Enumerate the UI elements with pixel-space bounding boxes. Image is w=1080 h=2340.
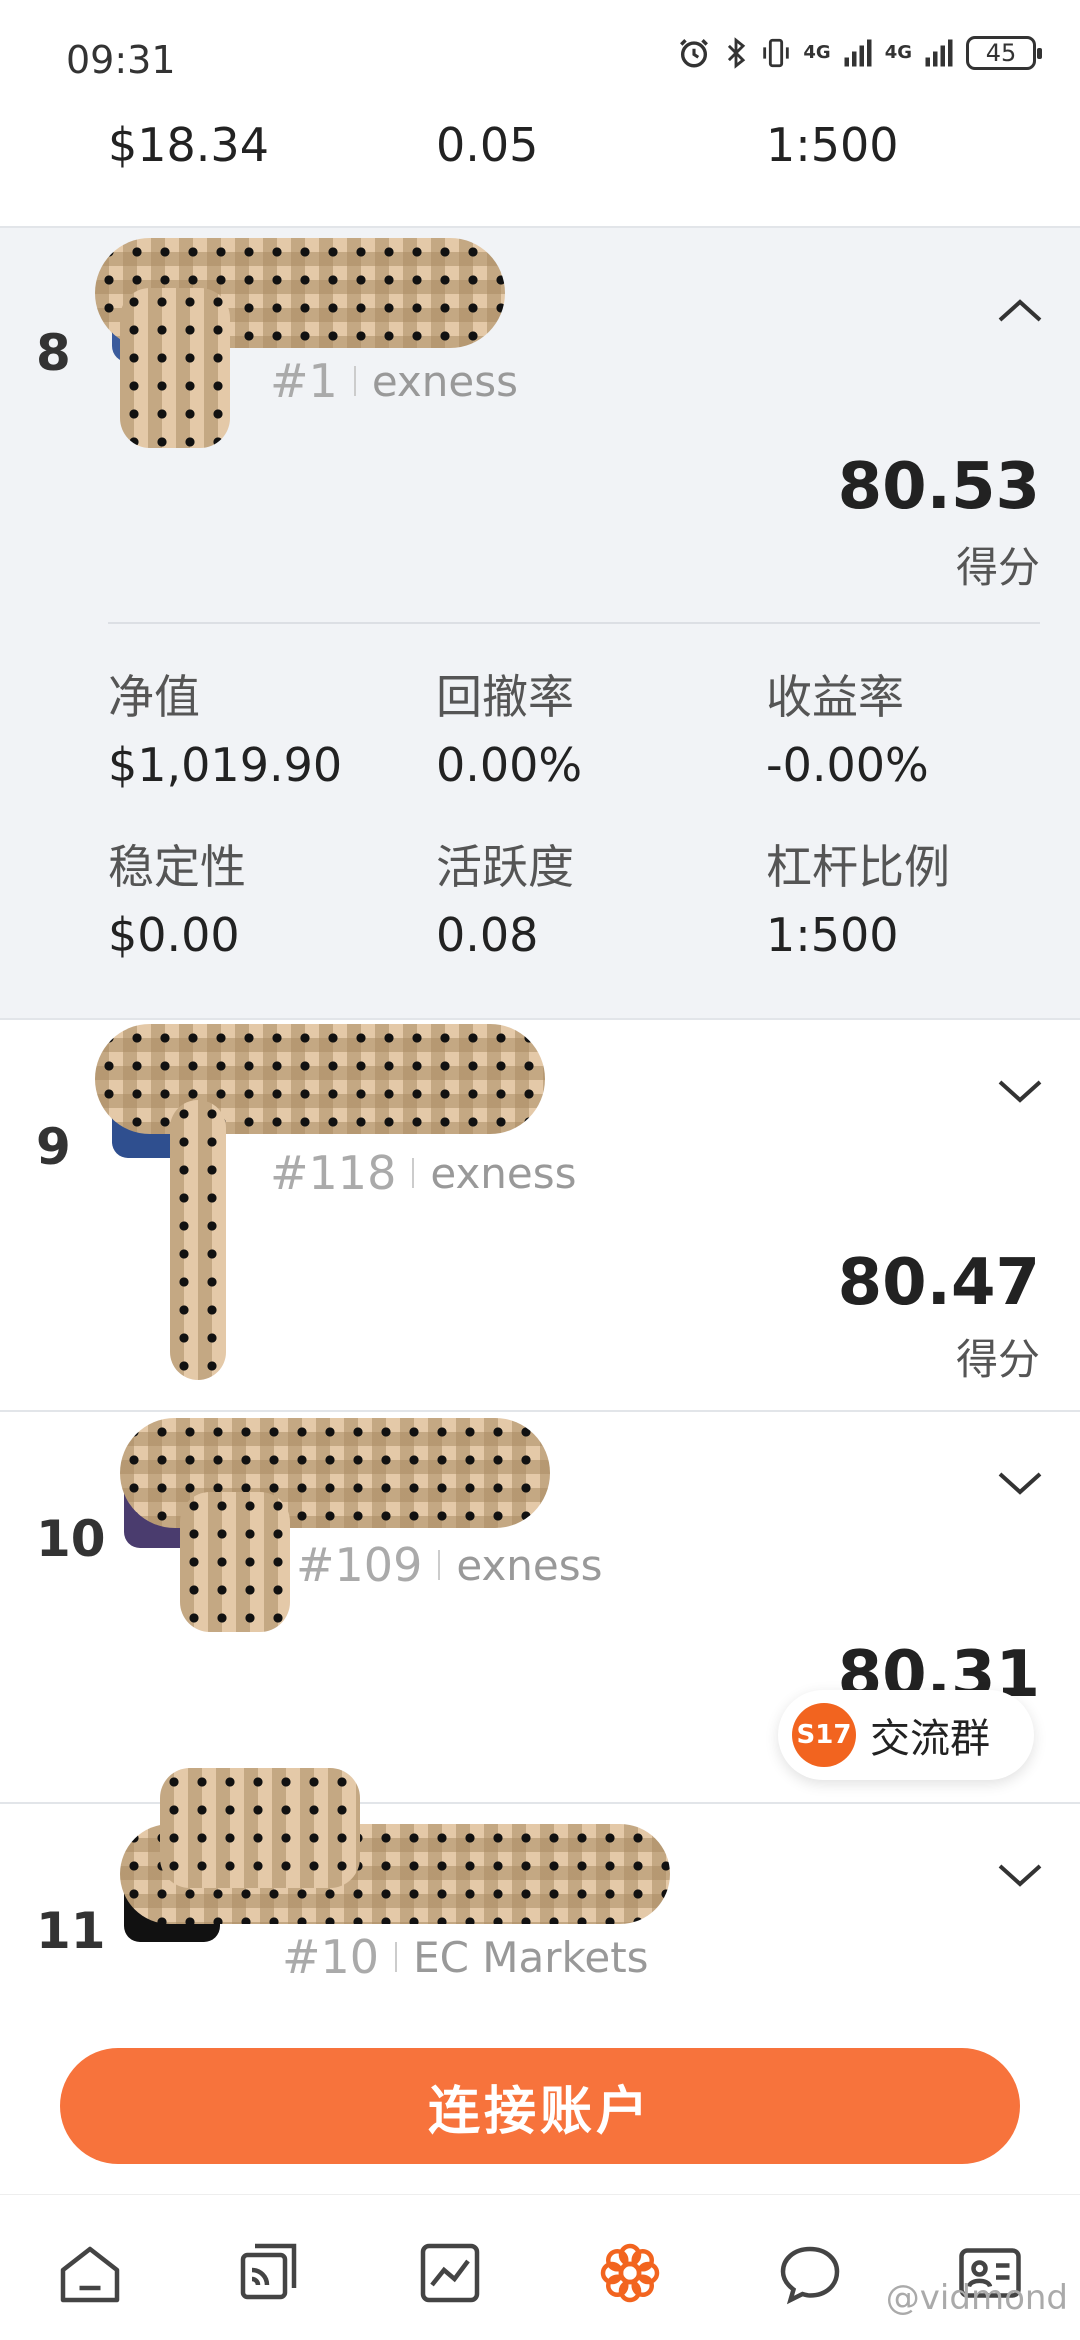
broker-name: exness <box>430 1148 577 1198</box>
previous-leverage-value: 1:500 <box>766 118 899 172</box>
previous-row-stats: $18.34 0.05 1:500 <box>0 118 1080 228</box>
stat-return-label: 收益率 <box>766 670 904 724</box>
account-subtitle: #1 exness <box>270 354 518 408</box>
redacted-name-tail <box>160 1768 360 1888</box>
leaderboard-card-9[interactable]: 9 #118 exness 80.47 得分 <box>0 1020 1080 1412</box>
status-bar: 09:31 4G 4G 45 <box>0 0 1080 120</box>
chevron-down-icon[interactable] <box>990 1462 1050 1502</box>
stat-return-value: -0.00% <box>766 738 929 792</box>
cards-icon[interactable] <box>234 2237 306 2309</box>
leaderboard-card-8[interactable]: 8 #1 exness 80.53 得分 净值 $1,019.90 回撤率 0.… <box>0 228 1080 1020</box>
chevron-down-icon[interactable] <box>990 1854 1050 1894</box>
stat-activity-value: 0.08 <box>436 908 539 962</box>
network-label-2: 4G <box>884 42 912 63</box>
score-label: 得分 <box>955 1335 1040 1384</box>
chart-icon[interactable] <box>414 2237 486 2309</box>
stat-return: 收益率 -0.00% <box>766 674 929 788</box>
chat-icon[interactable] <box>774 2237 846 2309</box>
account-id: #118 <box>270 1146 397 1200</box>
status-time: 09:31 <box>66 38 176 82</box>
subtitle-separator <box>438 1550 441 1580</box>
stat-stability-value: $0.00 <box>108 908 240 962</box>
score-value: 80.53 <box>837 450 1040 524</box>
stat-leverage-label: 杠杆比例 <box>766 840 950 894</box>
discover-icon[interactable] <box>594 2237 666 2309</box>
vibrate-icon <box>763 38 790 68</box>
previous-equity-value: $18.34 <box>108 118 269 172</box>
signal-icon-1 <box>844 39 872 67</box>
network-label-1: 4G <box>803 42 831 63</box>
battery-indicator: 45 <box>966 36 1042 70</box>
score-value: 80.47 <box>837 1246 1040 1320</box>
redacted-name-tail <box>180 1492 290 1632</box>
redacted-name-tail <box>170 1100 226 1380</box>
subtitle-separator <box>412 1158 415 1188</box>
score-label: 得分 <box>955 543 1040 592</box>
watermark: @vidmond <box>885 2278 1068 2318</box>
broker-name: exness <box>456 1540 603 1590</box>
account-subtitle: #109 exness <box>296 1538 603 1592</box>
broker-name: exness <box>371 356 518 406</box>
redacted-name <box>95 1024 545 1134</box>
rank-number: 10 <box>36 1510 106 1568</box>
chevron-down-icon[interactable] <box>990 1070 1050 1110</box>
redacted-name-tail <box>120 288 230 448</box>
bottom-area: 连接账户 @vidmond <box>0 2018 1080 2340</box>
bluetooth-icon <box>728 37 746 69</box>
status-icons: 4G 4G 45 <box>677 36 1042 70</box>
account-id: #10 <box>282 1930 380 1984</box>
account-subtitle: #10 EC Markets <box>282 1930 649 1984</box>
stat-equity-label: 净值 <box>108 670 200 724</box>
stat-equity-value: $1,019.90 <box>108 738 343 792</box>
stat-stability: 稳定性 $0.00 <box>108 844 246 958</box>
chevron-up-icon[interactable] <box>990 290 1050 330</box>
bottom-nav: @vidmond <box>0 2194 1080 2340</box>
stat-leverage-value: 1:500 <box>766 908 899 962</box>
alarm-icon <box>680 39 709 68</box>
subtitle-separator <box>395 1942 398 1972</box>
stat-drawdown: 回撤率 0.00% <box>436 674 582 788</box>
home-icon[interactable] <box>54 2237 126 2309</box>
stat-activity: 活跃度 0.08 <box>436 844 574 958</box>
connect-account-button[interactable]: 连接账户 <box>60 2048 1020 2164</box>
rank-number: 8 <box>36 324 71 382</box>
group-chat-floating-button[interactable]: S17 交流群 <box>778 1690 1034 1780</box>
stat-leverage: 杠杆比例 1:500 <box>766 844 950 958</box>
stat-drawdown-value: 0.00% <box>436 738 583 792</box>
account-id: #1 <box>270 354 338 408</box>
group-chat-label: 交流群 <box>870 1716 990 1762</box>
account-subtitle: #118 exness <box>270 1146 577 1200</box>
account-id: #109 <box>296 1538 423 1592</box>
stat-drawdown-label: 回撤率 <box>436 670 574 724</box>
rank-number: 9 <box>36 1118 71 1176</box>
subtitle-separator <box>353 366 356 396</box>
group-badge: S17 <box>792 1703 856 1767</box>
broker-name: EC Markets <box>413 1932 649 1982</box>
stat-activity-label: 活跃度 <box>436 840 574 894</box>
leaderboard-card-11[interactable]: 11 #10 EC Markets <box>0 1768 1080 2018</box>
stat-equity: 净值 $1,019.90 <box>108 674 342 788</box>
previous-activity-value: 0.05 <box>436 118 539 172</box>
signal-icon-2 <box>925 39 953 67</box>
stat-stability-label: 稳定性 <box>108 840 246 894</box>
section-divider <box>108 622 1040 624</box>
rank-number: 11 <box>36 1902 106 1960</box>
